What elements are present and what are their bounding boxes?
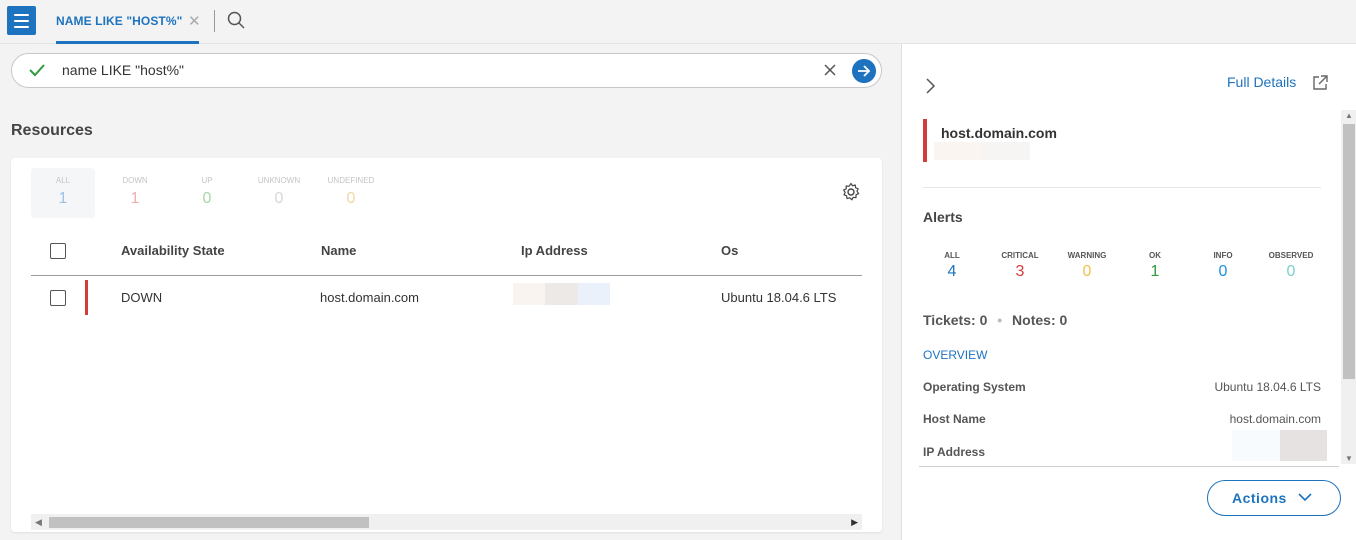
alert-label: ALL (944, 251, 960, 260)
os-value: Ubuntu 18.04.6 LTS (1214, 380, 1321, 394)
menu-icon-line (14, 25, 29, 28)
hostname-value: host.domain.com (1229, 412, 1321, 426)
cell-availability: DOWN (121, 290, 163, 305)
column-header-availability[interactable]: Availability State (121, 243, 225, 258)
state-label: ALL (55, 176, 71, 185)
gear-icon[interactable] (841, 182, 861, 202)
scroll-down-icon[interactable]: ▼ (1345, 454, 1353, 463)
scrollbar-thumb[interactable] (1343, 124, 1355, 379)
scrollbar-thumb[interactable] (49, 517, 369, 528)
tickets-notes-summary: Tickets: 0 • Notes: 0 (923, 312, 1067, 328)
table-row[interactable]: DOWN host.domain.com Ubuntu 18.04.6 LTS (31, 278, 862, 318)
status-indicator (85, 280, 88, 315)
alert-count: 3 (1015, 263, 1025, 280)
host-subtitle-redacted (934, 142, 1030, 160)
tab-label[interactable]: NAME LIKE "HOST%" (56, 14, 182, 28)
cell-name: host.domain.com (320, 290, 419, 305)
alert-count: 0 (1286, 263, 1296, 280)
vertical-scrollbar[interactable]: ▲ ▼ (1341, 110, 1356, 464)
column-header-name[interactable]: Name (321, 243, 356, 258)
actions-label: Actions (1232, 490, 1287, 506)
state-filter-all[interactable]: ALL 1 (31, 168, 95, 218)
alert-filter-ok[interactable]: OK 1 (1125, 251, 1185, 281)
check-icon (29, 64, 45, 77)
host-title: host.domain.com (941, 125, 1057, 141)
full-details-link[interactable]: Full Details (1227, 74, 1296, 90)
chevron-right-icon[interactable] (924, 77, 936, 95)
state-label: UNKNOWN (257, 176, 301, 185)
state-count: 1 (130, 190, 140, 207)
scroll-right-icon[interactable]: ▶ (851, 517, 858, 528)
search-icon[interactable] (227, 11, 245, 29)
details-panel: Full Details host.domain.com Alerts ALL … (901, 44, 1356, 540)
alert-filter-observed[interactable]: OBSERVED 0 (1261, 251, 1321, 281)
clear-icon[interactable] (822, 62, 838, 78)
alert-label: INFO (1213, 251, 1233, 260)
scroll-up-icon[interactable]: ▲ (1345, 111, 1353, 120)
table-header: Availability State Name Ip Address Os (31, 238, 862, 276)
tickets-label: Tickets: (923, 312, 976, 328)
divider (923, 187, 1321, 188)
state-count: 1 (58, 190, 68, 207)
alert-filter-warning[interactable]: WARNING 0 (1057, 251, 1117, 281)
horizontal-scrollbar[interactable]: ◀ ▶ (31, 514, 862, 530)
alert-count: 4 (947, 263, 957, 280)
alert-label: OK (1149, 251, 1161, 260)
run-query-button[interactable] (852, 59, 876, 83)
alert-filter-critical[interactable]: CRITICAL 3 (990, 251, 1050, 281)
alert-count: 0 (1082, 263, 1092, 280)
state-filter-up[interactable]: UP 0 (175, 168, 239, 218)
notes-label: Notes: (1012, 312, 1056, 328)
state-count: 0 (202, 190, 212, 207)
menu-icon-line (14, 13, 29, 16)
divider (919, 466, 1339, 467)
column-header-os[interactable]: Os (721, 243, 738, 258)
query-text[interactable]: name LIKE "host%" (62, 62, 184, 78)
ip-value-redacted (1232, 430, 1327, 461)
tickets-count: 0 (979, 312, 988, 328)
alert-label: WARNING (1067, 251, 1107, 260)
row-checkbox[interactable] (50, 290, 66, 306)
top-bar: NAME LIKE "HOST%" ✕ (0, 0, 1356, 44)
state-label: DOWN (122, 176, 148, 185)
alert-filter-info[interactable]: INFO 0 (1193, 251, 1253, 281)
hostname-label: Host Name (923, 412, 986, 426)
state-count: 0 (346, 190, 356, 207)
separator-dot: • (997, 312, 1003, 328)
resources-title: Resources (11, 122, 93, 139)
query-input[interactable]: name LIKE "host%" (11, 53, 882, 88)
alert-label: OBSERVED (1268, 251, 1314, 260)
overview-link[interactable]: OVERVIEW (923, 348, 987, 362)
alert-count: 1 (1150, 263, 1160, 280)
tab-separator (214, 10, 215, 32)
state-label: UP (201, 176, 213, 185)
cell-os: Ubuntu 18.04.6 LTS (721, 290, 837, 305)
status-indicator (923, 119, 927, 162)
menu-icon-line (14, 19, 29, 22)
resources-card: ALL 1 DOWN 1 UP 0 UNKNOWN 0 UNDEFINED 0 … (11, 158, 882, 532)
scroll-left-icon[interactable]: ◀ (35, 517, 42, 528)
tab-active-indicator (56, 41, 199, 44)
tab-query[interactable]: NAME LIKE "HOST%" ✕ (56, 0, 201, 44)
alert-label: CRITICAL (1001, 251, 1039, 260)
cell-ip-redacted (513, 283, 610, 305)
chevron-down-icon (1298, 493, 1312, 502)
hamburger-menu-button[interactable] (7, 6, 36, 35)
alert-filter-all[interactable]: ALL 4 (922, 251, 982, 281)
state-label: UNDEFINED (327, 176, 375, 185)
column-header-ip[interactable]: Ip Address (521, 243, 588, 258)
notes-count: 0 (1059, 312, 1068, 328)
alerts-title: Alerts (923, 209, 963, 225)
state-filter-down[interactable]: DOWN 1 (103, 168, 167, 218)
state-count: 0 (274, 190, 284, 207)
state-filter-undefined[interactable]: UNDEFINED 0 (319, 168, 383, 218)
select-all-checkbox[interactable] (50, 243, 66, 259)
external-link-icon[interactable] (1311, 74, 1329, 92)
actions-button[interactable]: Actions (1207, 480, 1341, 516)
os-label: Operating System (923, 380, 1026, 394)
alert-count: 0 (1218, 263, 1228, 280)
tab-close-icon[interactable]: ✕ (188, 12, 201, 30)
ip-label: IP Address (923, 445, 986, 459)
state-filter-unknown[interactable]: UNKNOWN 0 (247, 168, 311, 218)
